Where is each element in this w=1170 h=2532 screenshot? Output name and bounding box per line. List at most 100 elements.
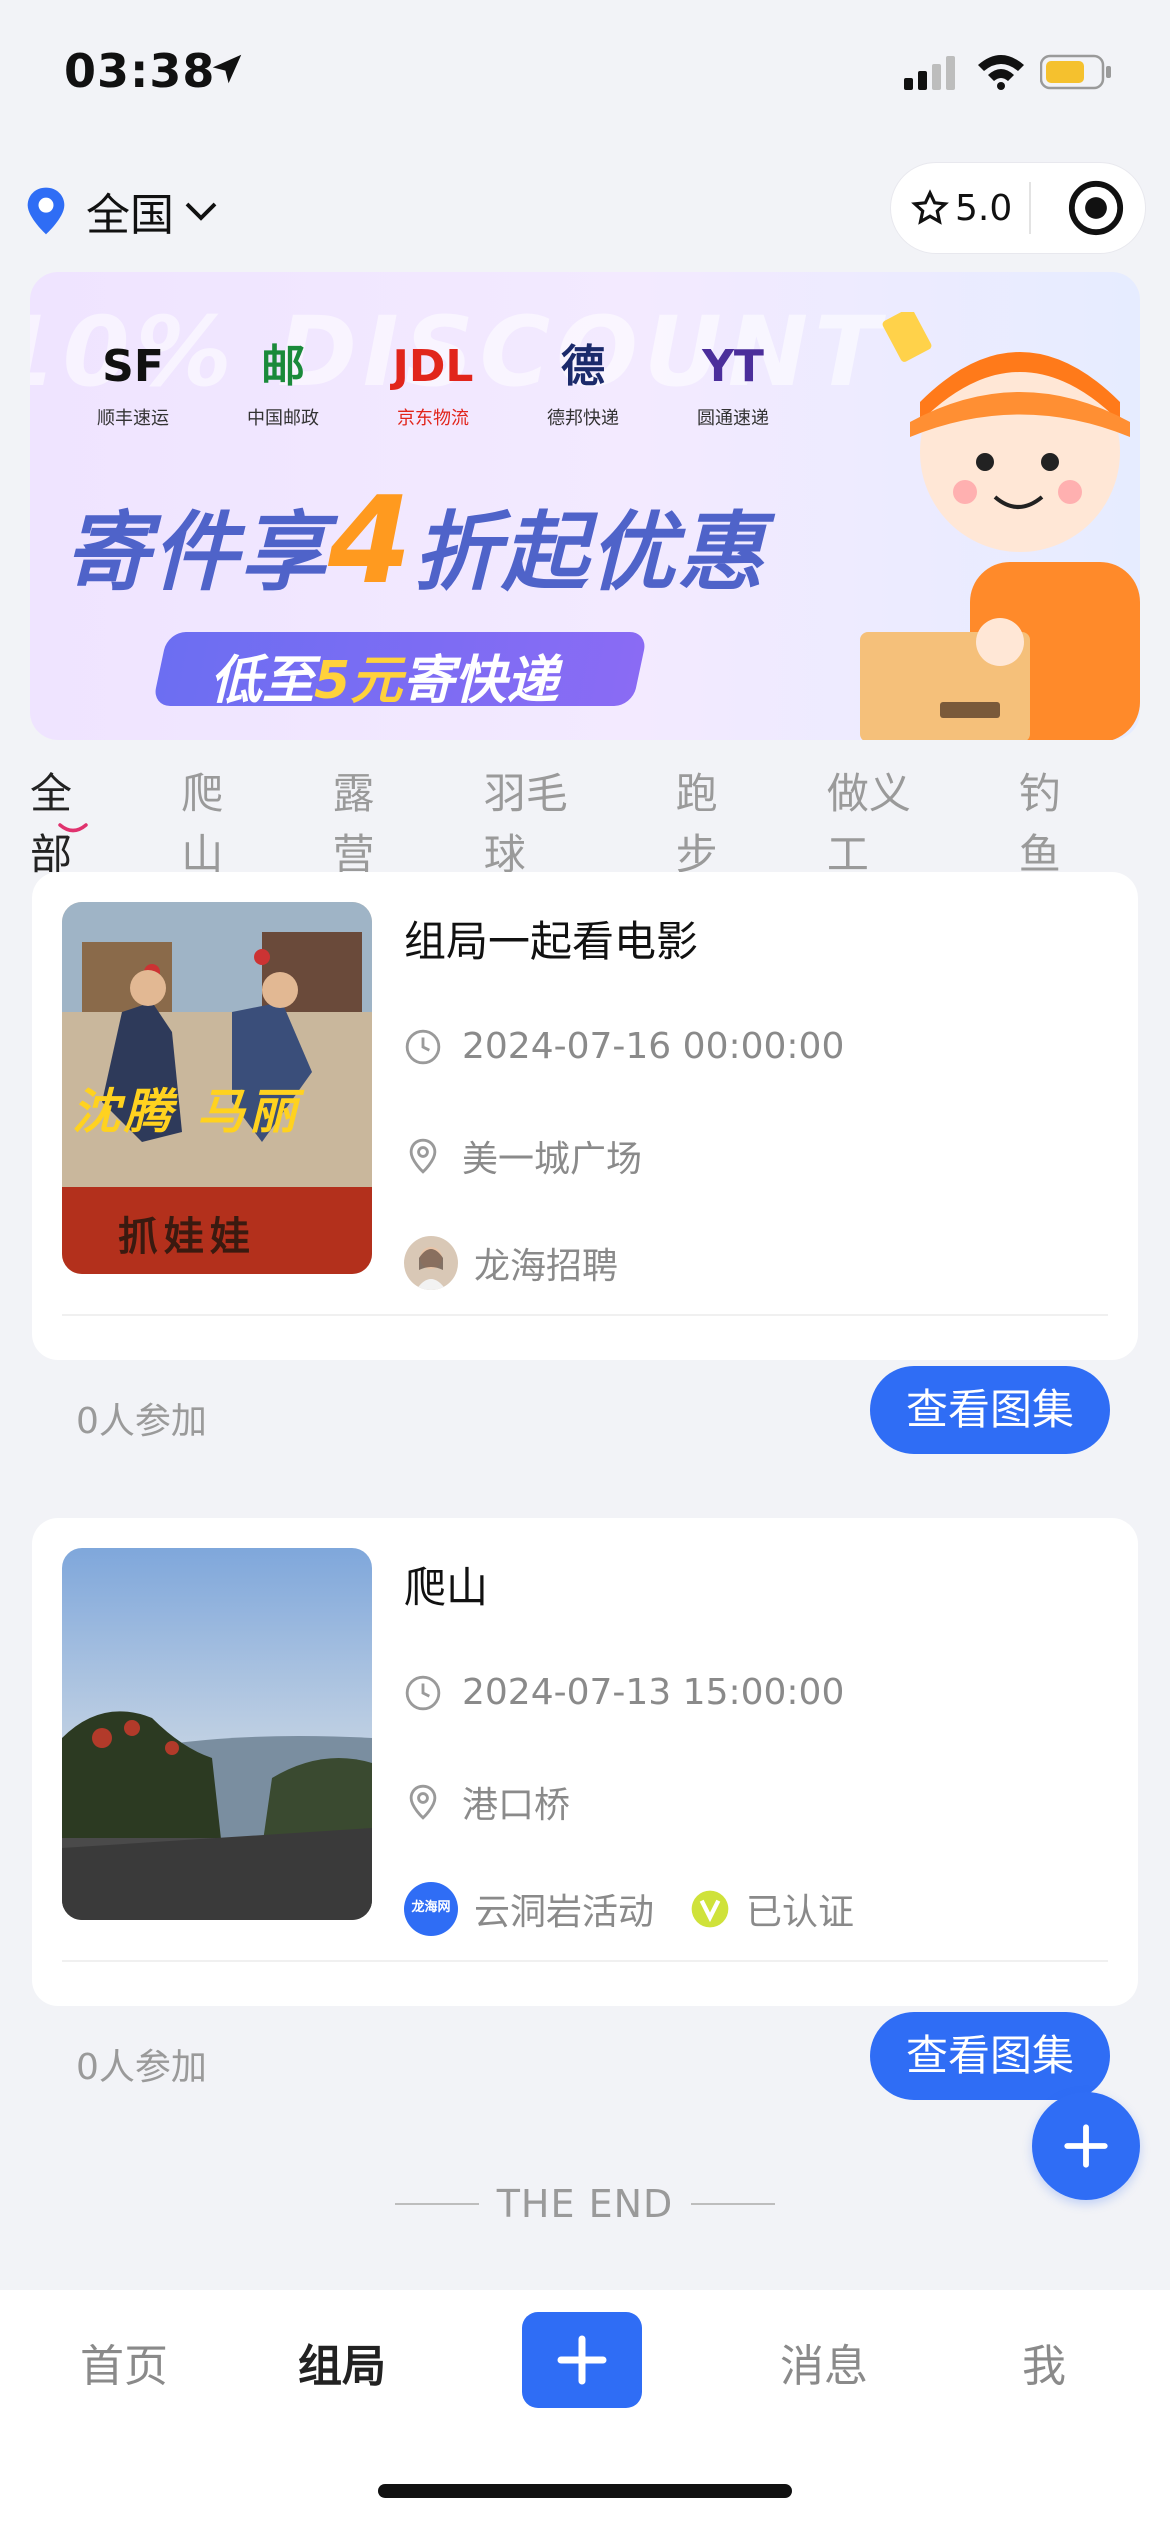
poster-subtitle-text: 抓娃娃 — [118, 1214, 256, 1260]
banner-subline: 低至5元寄快递 — [210, 638, 558, 713]
banner-subline-pre: 低至 — [210, 651, 315, 711]
banner-headline-post: 折起优惠 — [413, 503, 766, 603]
clock-icon — [405, 1675, 441, 1710]
activity-place-row: 港口桥 — [404, 1776, 570, 1828]
banner-headline: 寄件享4折起优惠 — [64, 472, 766, 611]
courier-logo: 德 德邦快递 — [510, 334, 656, 430]
signal-icon — [904, 56, 955, 90]
activity-place: 美一城广场 — [462, 1139, 643, 1180]
courier-mascot-illustration — [860, 312, 1140, 740]
poster-title-text: 沈腾 马丽 — [72, 1084, 301, 1140]
star-icon — [911, 189, 949, 225]
tab-volunteer[interactable]: 做义工 — [827, 760, 949, 879]
location-pin-icon — [409, 1784, 437, 1820]
map-pin-icon — [27, 187, 65, 235]
activity-thumbnail: 沈腾 马丽 抓娃娃 — [62, 902, 372, 1274]
courier-logo: 邮 中国邮政 — [210, 334, 356, 430]
chevron-down-icon — [185, 202, 217, 221]
plus-icon — [1064, 2124, 1108, 2168]
home-indicator — [378, 2484, 792, 2498]
verified-check-icon — [691, 1890, 729, 1928]
end-line-left — [394, 2203, 479, 2205]
host-name: 龙海招聘 — [474, 1246, 619, 1287]
participant-count: 0人参加 — [76, 1401, 207, 1442]
courier-logo-mark: SF — [102, 341, 164, 392]
location-arrow-icon — [212, 54, 242, 84]
battery-icon — [1040, 54, 1111, 90]
tabbar-me[interactable]: 我 — [1022, 2330, 1066, 2394]
activity-title: 组局一起看电影 — [404, 917, 699, 966]
host-avatar: 龙海网 — [404, 1882, 458, 1936]
record-target-icon[interactable] — [1067, 179, 1125, 237]
activity-card[interactable]: 沈腾 马丽 抓娃娃 组局一起看电影 2024-07-16 00:00:00 美一… — [32, 872, 1138, 1454]
activity-time-row: 2024-07-13 15:00:00 — [404, 1672, 844, 1713]
status-time: 03:38 — [64, 44, 216, 98]
activity-place-row: 美一城广场 — [404, 1130, 642, 1182]
courier-logo-name: 京东物流 — [397, 408, 469, 429]
verified-label: 已认证 — [746, 1892, 855, 1933]
activity-datetime: 2024-07-13 15:00:00 — [462, 1672, 845, 1713]
tab-hiking[interactable]: 爬山 — [181, 760, 262, 879]
courier-logo-mark: JDL — [392, 341, 474, 392]
activity-thumbnail — [62, 1548, 372, 1920]
promo-banner[interactable]: 10% DISCOUNT SF 顺丰速运 邮 中国邮政 JDL 京东物流 德 德… — [30, 272, 1140, 740]
wifi-icon — [978, 55, 1024, 90]
verified-badge: 已认证 — [690, 1883, 854, 1935]
activity-host-row[interactable]: 龙海招聘 — [404, 1236, 618, 1290]
activity-title: 爬山 — [404, 1563, 489, 1612]
capsule-divider — [1029, 182, 1031, 234]
tab-fishing[interactable]: 钓鱼 — [1019, 760, 1100, 879]
host-name: 云洞岩活动 — [474, 1892, 655, 1933]
banner-headline-pre: 寄件享 — [64, 503, 328, 603]
activity-host-row[interactable]: 龙海网 云洞岩活动 已认证 — [404, 1882, 854, 1936]
header: 全国 5.0 — [0, 160, 1170, 260]
plus-icon — [557, 2335, 607, 2385]
end-line-right — [691, 2203, 776, 2205]
courier-logo: JDL 京东物流 — [360, 334, 506, 430]
courier-logo-name: 圆通速递 — [697, 408, 769, 429]
courier-logo-mark: 德 — [561, 341, 605, 392]
courier-logo-row: SF 顺丰速运 邮 中国邮政 JDL 京东物流 德 德邦快递 YT 圆通速递 — [60, 334, 810, 430]
activity-time-row: 2024-07-16 00:00:00 — [404, 1026, 844, 1067]
tab-running[interactable]: 跑步 — [676, 760, 757, 879]
card-divider — [62, 1314, 1108, 1316]
courier-logo-name: 中国邮政 — [247, 408, 319, 429]
courier-logo-mark: 邮 — [261, 341, 305, 392]
participant-count: 0人参加 — [76, 2047, 207, 2088]
courier-logo: YT 圆通速递 — [660, 334, 806, 430]
activity-card[interactable]: 爬山 2024-07-13 15:00:00 港口桥 龙海网 云洞岩活动 已认证… — [32, 1518, 1138, 2100]
banner-subline-post: 寄快递 — [402, 651, 559, 711]
rating-button[interactable]: 5.0 — [911, 188, 1029, 229]
rating-value: 5.0 — [955, 187, 1013, 229]
list-end-marker: THE END — [0, 2182, 1170, 2226]
courier-logo-name: 顺丰速运 — [97, 408, 169, 429]
status-bar: 03:38 — [0, 0, 1170, 150]
active-tab-indicator — [58, 823, 88, 833]
courier-logo: SF 顺丰速运 — [60, 334, 206, 430]
host-avatar-text: 龙海网 — [411, 1900, 451, 1915]
tabbar-add-button[interactable] — [522, 2312, 642, 2408]
banner-headline-number: 4 — [328, 472, 414, 611]
tabbar-group[interactable]: 组局 — [298, 2330, 386, 2394]
courier-logo-name: 德邦快递 — [547, 408, 619, 429]
clock-icon — [405, 1029, 441, 1064]
activity-place: 港口桥 — [462, 1785, 571, 1826]
tabbar-home[interactable]: 首页 — [80, 2330, 168, 2394]
tab-badminton[interactable]: 羽毛球 — [484, 760, 606, 879]
mountain-photo-image — [62, 1548, 372, 1920]
category-tabs: 全部 爬山 露营 羽毛球 跑步 做义工 钓鱼 — [30, 760, 1170, 879]
location-selector[interactable]: 全国 — [26, 176, 222, 246]
location-pin-icon — [409, 1138, 437, 1174]
host-avatar — [404, 1236, 458, 1290]
capsule-menu: 5.0 — [890, 162, 1146, 254]
banner-subline-number: 5元 — [314, 651, 403, 711]
end-text: THE END — [496, 2182, 674, 2226]
location-label: 全国 — [86, 190, 174, 241]
activity-datetime: 2024-07-16 00:00:00 — [462, 1026, 845, 1067]
card-divider — [62, 1960, 1108, 1962]
view-gallery-button[interactable]: 查看图集 — [870, 1366, 1110, 1454]
tabbar-messages[interactable]: 消息 — [780, 2330, 868, 2394]
tab-camping[interactable]: 露营 — [333, 760, 414, 879]
view-gallery-button[interactable]: 查看图集 — [870, 2012, 1110, 2100]
courier-logo-mark: YT — [702, 341, 764, 392]
